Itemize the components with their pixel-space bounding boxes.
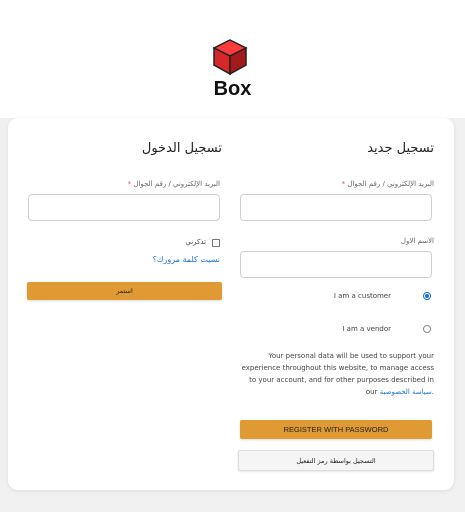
remember-me-label[interactable]: تذكرني	[185, 238, 206, 246]
login-continue-button[interactable]: استمر	[27, 282, 222, 300]
register-email-label: البريد الإلكتروني / رقم الجوال *	[342, 180, 434, 188]
remember-me-checkbox[interactable]	[212, 239, 220, 247]
header-area: Box	[0, 0, 465, 118]
register-title: تسجيل جديد	[367, 141, 434, 156]
forgot-password-link[interactable]: نسيت كلمة مرورك؟	[153, 255, 220, 264]
auth-card: تسجيل جديد البريد الإلكتروني / رقم الجوا…	[8, 118, 454, 490]
register-email-label-text: البريد الإلكتروني / رقم الجوال	[347, 180, 434, 188]
box-logo-icon[interactable]	[211, 38, 249, 76]
login-email-label: البريد الإلكتروني / رقم الجوال *	[128, 180, 220, 188]
privacy-notice: Your personal data will be used to suppo…	[240, 350, 434, 398]
login-email-label-text: البريد الإلكتروني / رقم الجوال	[133, 180, 220, 188]
role-vendor-label[interactable]: I am a vendor	[342, 325, 391, 333]
role-customer-radio[interactable]	[423, 292, 431, 300]
register-firstname-label: الاسم الاول	[400, 237, 434, 245]
register-firstname-input[interactable]	[240, 251, 432, 278]
privacy-end: .	[431, 388, 434, 396]
privacy-policy-link[interactable]: سياسة الخصوصية	[380, 388, 432, 396]
role-vendor-radio[interactable]	[423, 325, 431, 333]
role-customer-label[interactable]: I am a customer	[334, 292, 391, 300]
register-with-password-button[interactable]: REGISTER WITH PASSWORD	[240, 420, 432, 439]
required-mark: *	[127, 180, 132, 188]
brand-name[interactable]: Box	[0, 78, 465, 101]
register-email-input[interactable]	[240, 194, 432, 221]
login-title: تسجيل الدخول	[141, 141, 222, 156]
register-otp-button[interactable]: التسجيل بواسطة رمز التفعيل	[238, 450, 434, 471]
required-mark: *	[341, 180, 346, 188]
login-email-input[interactable]	[28, 194, 220, 221]
